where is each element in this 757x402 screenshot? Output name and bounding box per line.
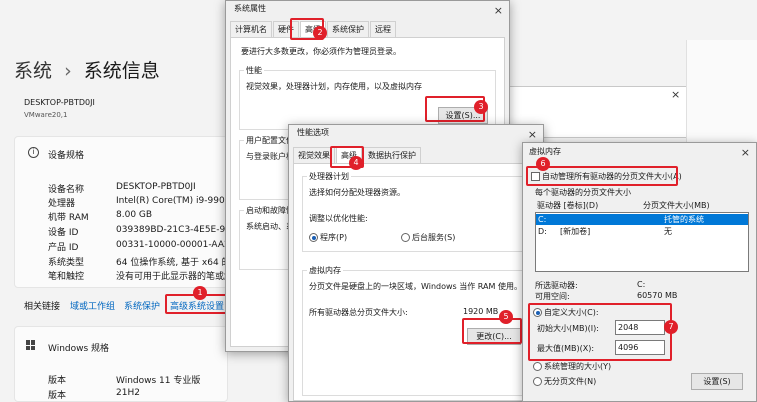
step-badge: 3 [474,100,488,114]
spec-label: 机带 RAM [48,213,89,223]
close-icon[interactable]: × [528,128,537,141]
highlight-auto-manage [526,166,678,186]
link-domain-workgroup[interactable]: 域或工作组 [70,299,115,312]
radio-system-managed[interactable]: 系统管理的大小(Y) [533,361,611,372]
spec-label: 设备名称 [48,185,85,195]
link-system-protection[interactable]: 系统保护 [124,299,160,312]
step-badge: 1 [193,286,207,300]
windows-logo-icon [26,340,36,350]
spec-value: 64 位操作系统, 基于 x64 的 [116,258,231,268]
tab-computer-name[interactable]: 计算机名 [230,21,272,37]
tab-system-protection[interactable]: 系统保护 [327,21,369,37]
device-name: DESKTOP-PBTD0JI [24,98,95,107]
group-description: 选择如何分配处理器资源。 [309,188,405,197]
spec-label: 笔和触控 [48,272,85,282]
dialog-title: 系统属性 [234,4,266,13]
radio-programs[interactable]: 程序(P) [309,232,347,243]
spec-label: 产品 ID [48,243,79,253]
radio-no-paging[interactable]: 无分页文件(N) [533,376,596,387]
step-badge: 2 [313,26,327,40]
dialog-title: 虚拟内存 [529,147,561,156]
breadcrumb-separator: › [64,60,72,82]
close-icon[interactable]: × [741,146,750,159]
spec-label: 系统类型 [48,258,85,268]
spec-value: DESKTOP-PBTD0JI [116,182,196,192]
radio-button[interactable] [401,233,410,242]
tab-dep[interactable]: 数据执行保护 [363,147,421,163]
background-close-icon[interactable]: × [671,88,680,101]
step-badge: 6 [536,157,550,171]
radio-label: 程序(P) [320,233,348,242]
drive-size: 托管的系统 [664,215,704,224]
set-button[interactable]: 设置(S) [691,373,743,390]
processor-scheduling-group: 处理器计划 选择如何分配处理器资源。 调整以优化性能: 程序(P) 后台服务(S… [302,171,530,252]
vm-total-label: 所有驱动器总分页文件大小: [309,308,408,317]
tab-remote[interactable]: 远程 [370,21,396,37]
selected-drive-label: 所选驱动器: [535,281,578,290]
close-icon[interactable]: × [494,4,503,17]
admin-note: 要进行大多数更改，你必须作为管理员登录。 [241,47,401,56]
highlight-custom-size [528,303,672,361]
optimize-label: 调整以优化性能: [309,214,368,223]
breadcrumb-root[interactable]: 系统 [14,60,52,82]
radio-button[interactable] [309,233,318,242]
each-drive-label: 每个驱动器的分页文件大小 [535,188,631,197]
drive-letter: D: [538,227,547,236]
group-title: 虚拟内存 [307,265,343,276]
column-drive: 驱动器 [卷标](D) [537,201,599,210]
step-badge: 7 [664,320,678,334]
radio-label: 无分页文件(N) [544,377,597,386]
windows-spec-title: Windows 规格 [48,344,110,354]
free-space-label: 可用空间: [535,292,570,301]
highlight-change-button [462,318,522,344]
tab-visual-effects[interactable]: 视觉效果 [293,147,335,163]
column-size: 分页文件大小(MB) [643,201,710,210]
breadcrumb: 系统 › 系统信息 [14,56,160,83]
spec-label: 处理器 [48,199,76,209]
list-item[interactable]: C: 托管的系统 [536,214,748,225]
drive-list[interactable]: C: 托管的系统 D: [新加卷] 无 [535,212,749,272]
spec-label: 设备 ID [48,228,79,238]
drive-letter: C: [538,215,547,224]
drive-size: 无 [664,227,672,236]
dialog-title: 性能选项 [297,128,329,137]
spec-value: 00331-10000-00001-AA299 [116,240,242,250]
radio-background-services[interactable]: 后台服务(S) [401,232,455,243]
spec-label: 版本 [48,391,67,401]
radio-button[interactable] [533,377,542,386]
radio-label: 系统管理的大小(Y) [544,362,612,371]
free-space-value: 60570 MB [637,291,678,300]
list-item[interactable]: D: [新加卷] 无 [536,226,748,237]
radio-button[interactable] [533,362,542,371]
group-title: 处理器计划 [307,171,351,182]
device-card: DESKTOP-PBTD0JI VMware20,1 [14,92,224,132]
step-badge: 4 [349,156,363,170]
step-badge: 5 [499,310,513,324]
related-links-label: 相关链接 [24,302,61,312]
device-model: VMware20,1 [24,111,68,119]
selected-drive-value: C: [637,280,646,289]
group-title: 性能 [244,65,264,76]
spec-value: 没有可用于此显示器的笔或触 [116,272,234,282]
page-title: 系统信息 [83,60,160,82]
tab-panel: 处理器计划 选择如何分配处理器资源。 调整以优化性能: 程序(P) 后台服务(S… [293,163,539,401]
spec-label: 版本 [48,376,67,386]
performance-options-dialog: 性能选项 × 视觉效果 高级 数据执行保护 处理器计划 选择如何分配处理器资源。… [288,124,544,402]
drive-label: [新加卷] [560,227,591,236]
vm-total-value: 1920 MB [463,307,499,316]
spec-value: 21H2 [116,388,140,398]
radio-label: 后台服务(S) [412,233,456,242]
spec-title: 设备规格 [48,151,85,161]
group-description: 分页文件是硬盘上的一块区域，Windows 当作 RAM 使用。 [309,282,522,291]
spec-value: Windows 11 专业版 [116,376,201,386]
group-description: 视觉效果，处理器计划，内存使用，以及虚拟内存 [246,82,422,91]
spec-value: 8.00 GB [116,210,153,220]
info-icon: i [28,147,39,158]
